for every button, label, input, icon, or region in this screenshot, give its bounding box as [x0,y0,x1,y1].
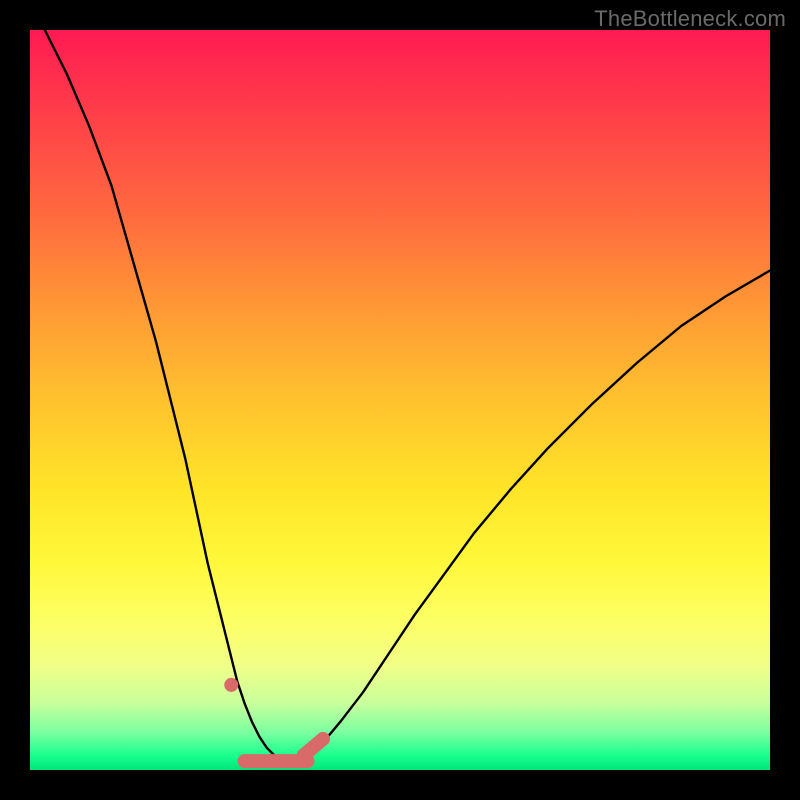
bottleneck-curve [45,30,770,761]
watermark-text: TheBottleneck.com [594,6,786,32]
optimal-right-arm-marker [304,739,323,755]
optimal-dot-left [224,678,238,692]
chart-svg [30,30,770,770]
chart-frame [30,30,770,770]
